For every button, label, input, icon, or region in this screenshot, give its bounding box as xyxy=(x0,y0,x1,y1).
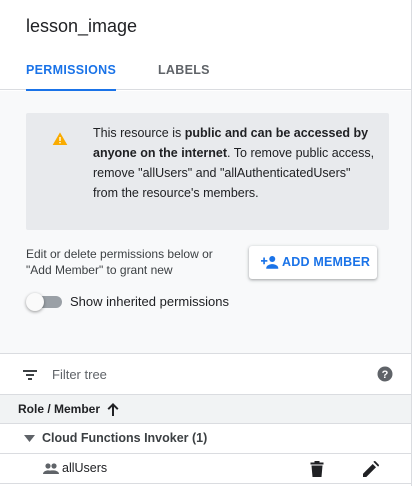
tab-bar: PERMISSIONS LABELS xyxy=(0,50,411,91)
add-member-button[interactable]: ADD MEMBER xyxy=(249,246,377,279)
inherited-permissions-toggle[interactable] xyxy=(26,293,62,311)
svg-text:?: ? xyxy=(382,369,389,381)
toggle-thumb xyxy=(26,293,44,311)
filter-list-icon xyxy=(23,370,37,380)
role-group-row[interactable]: Cloud Functions Invoker (1) xyxy=(0,424,411,454)
tab-permissions[interactable]: PERMISSIONS xyxy=(26,50,117,91)
filter-tree-input[interactable] xyxy=(52,364,352,384)
help-icon[interactable]: ? xyxy=(377,366,393,382)
role-member-column-header[interactable]: Role / Member xyxy=(0,395,411,424)
member-row: allUsers xyxy=(0,454,411,484)
sort-arrow-up-icon xyxy=(107,403,119,416)
delete-trash-icon[interactable] xyxy=(310,461,324,477)
warning-triangle-icon xyxy=(52,132,68,145)
people-icon xyxy=(43,463,59,474)
column-header-label: Role / Member xyxy=(18,402,101,416)
inherited-permissions-label: Show inherited permissions xyxy=(70,294,229,309)
warning-text: This resource is public and can be acces… xyxy=(93,123,378,203)
public-warning-banner: This resource is public and can be acces… xyxy=(26,113,389,230)
person-add-icon xyxy=(261,256,279,269)
role-group-label: Cloud Functions Invoker (1) xyxy=(42,431,208,445)
filter-bar: ? xyxy=(0,353,411,395)
warning-text-pre: This resource is xyxy=(93,126,185,140)
expand-caret-icon[interactable] xyxy=(24,435,35,443)
panel-title: lesson_image xyxy=(26,16,138,36)
permissions-panel: lesson_image PERMISSIONS LABELS This res… xyxy=(0,0,412,486)
permissions-body: This resource is public and can be acces… xyxy=(0,91,411,353)
edit-pencil-icon[interactable] xyxy=(363,461,379,477)
permissions-hint: Edit or delete permissions below or "Add… xyxy=(26,247,213,277)
member-name: allUsers xyxy=(62,461,108,475)
add-member-label: ADD MEMBER xyxy=(282,255,371,269)
tab-labels[interactable]: LABELS xyxy=(158,50,210,90)
